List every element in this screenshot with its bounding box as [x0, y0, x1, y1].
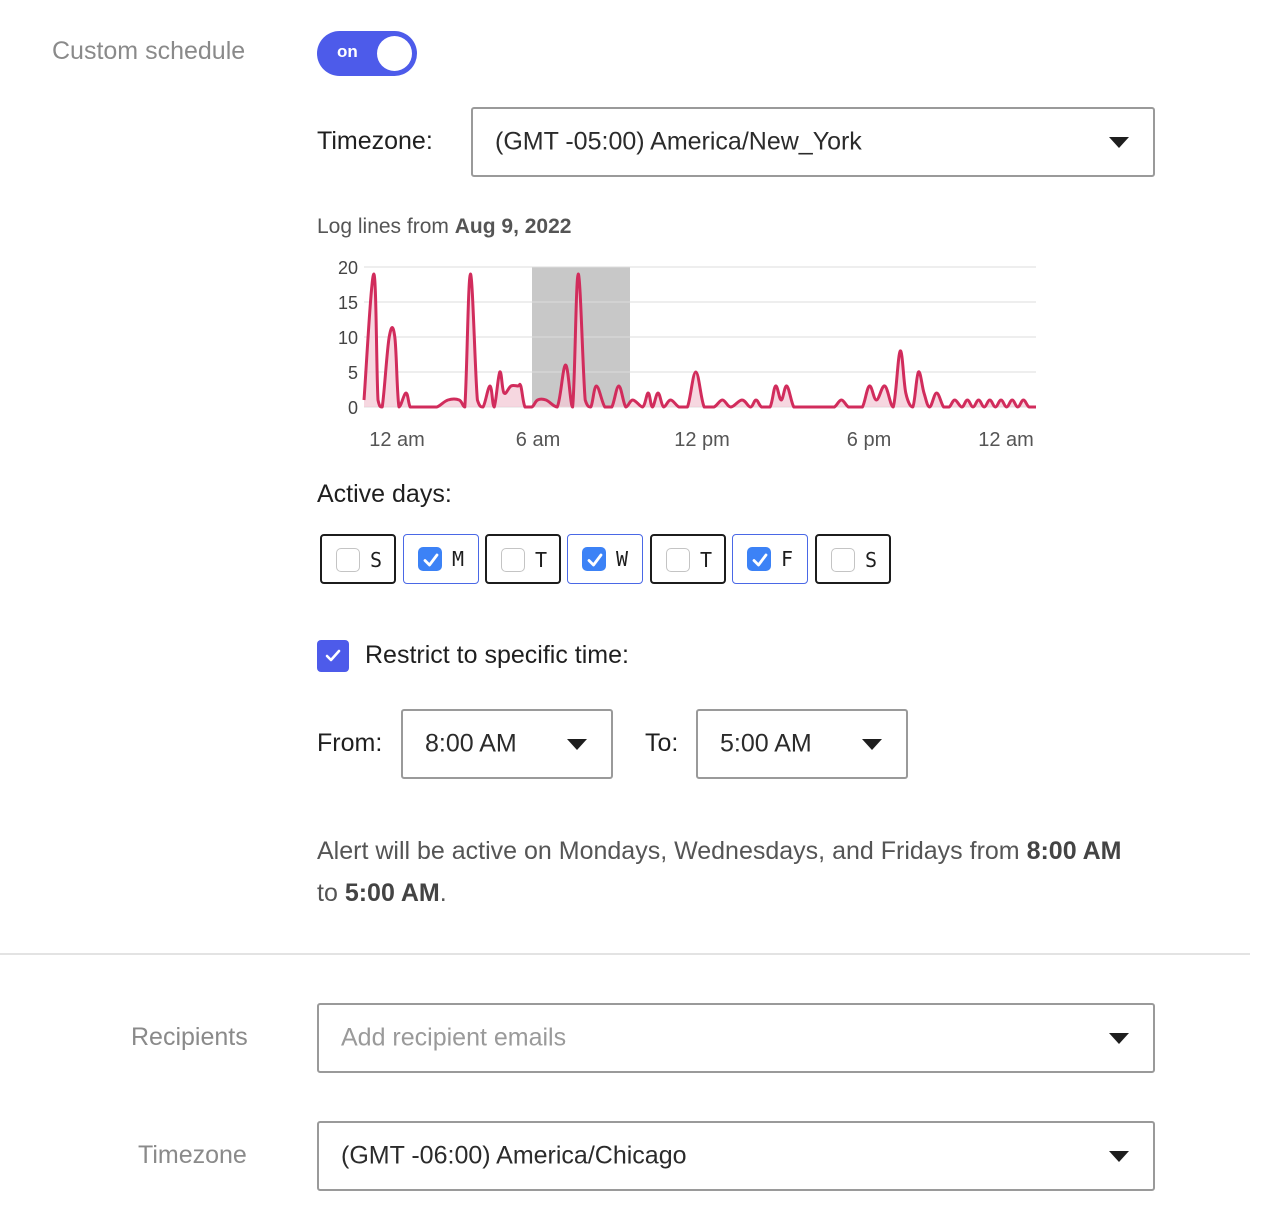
day-toggle-2[interactable]: T	[485, 534, 561, 584]
day-checkbox[interactable]	[747, 547, 771, 571]
chevron-down-icon	[1109, 1033, 1129, 1044]
y-tick-label: 0	[348, 398, 358, 418]
day-checkbox[interactable]	[336, 548, 360, 572]
check-icon	[325, 649, 341, 662]
summary-prefix: Alert will be active on Mondays, Wednesd…	[317, 837, 1020, 865]
from-label: From:	[317, 729, 383, 757]
day-toggle-0[interactable]: S	[320, 534, 396, 584]
y-tick-label: 10	[338, 328, 358, 348]
day-checkbox[interactable]	[501, 548, 525, 572]
x-tick-label: 6 pm	[847, 429, 891, 451]
day-toggle-1[interactable]: M	[403, 534, 479, 584]
schedule-summary: Alert will be active on Mondays, Wednesd…	[317, 830, 1177, 914]
check-icon	[752, 553, 768, 567]
notify-timezone-select[interactable]: (GMT -06:00) America/Chicago	[317, 1121, 1155, 1191]
recipients-input[interactable]: Add recipient emails	[317, 1003, 1155, 1073]
x-tick-label: 12 pm	[674, 429, 730, 451]
chevron-down-icon	[567, 739, 587, 750]
recipients-label: Recipients	[131, 1023, 248, 1051]
y-tick-label: 15	[338, 293, 358, 313]
x-tick-label: 12 am	[369, 429, 425, 451]
section-divider	[0, 953, 1250, 955]
day-letter: F	[781, 547, 794, 571]
day-checkbox[interactable]	[831, 548, 855, 572]
x-tick-label: 6 am	[516, 429, 560, 451]
summary-to: 5:00 AM	[344, 879, 440, 907]
day-toggle-3[interactable]: W	[567, 534, 643, 584]
recipients-placeholder: Add recipient emails	[341, 1023, 567, 1052]
from-time-value: 8:00 AM	[425, 729, 517, 758]
check-icon	[423, 553, 439, 567]
log-lines-chart: 0 5 10 15 20 12 am 6 am 12 pm 6 pm 12 am	[338, 258, 1036, 451]
day-letter: S	[865, 548, 878, 572]
day-letter: M	[452, 547, 465, 571]
restrict-time-checkbox[interactable]	[317, 640, 349, 672]
day-toggle-4[interactable]: T	[650, 534, 726, 584]
notify-timezone-value: (GMT -06:00) America/Chicago	[341, 1141, 687, 1170]
day-letter: T	[700, 548, 713, 572]
chevron-down-icon	[1109, 1151, 1129, 1162]
to-time-value: 5:00 AM	[720, 729, 812, 758]
restrict-time-label: Restrict to specific time:	[365, 641, 629, 669]
day-toggle-6[interactable]: S	[815, 534, 891, 584]
day-letter: W	[616, 547, 629, 571]
active-days-label: Active days:	[317, 480, 452, 508]
chevron-down-icon	[862, 739, 882, 750]
y-tick-label: 5	[348, 363, 358, 383]
day-letter: T	[535, 548, 548, 572]
y-tick-label: 20	[338, 258, 358, 278]
summary-suffix: .	[439, 879, 447, 907]
day-letter: S	[370, 548, 383, 572]
notify-timezone-label: Timezone	[138, 1141, 247, 1169]
to-label: To:	[645, 729, 679, 757]
day-toggle-5[interactable]: F	[732, 534, 808, 584]
day-checkbox[interactable]	[582, 547, 606, 571]
summary-from: 8:00 AM	[1026, 837, 1122, 865]
from-time-select[interactable]: 8:00 AM	[401, 709, 613, 779]
summary-mid: to	[317, 879, 338, 907]
to-time-select[interactable]: 5:00 AM	[696, 709, 908, 779]
check-icon	[587, 553, 603, 567]
series-line	[362, 272, 1036, 409]
x-tick-label: 12 am	[978, 429, 1034, 451]
day-checkbox[interactable]	[418, 547, 442, 571]
day-checkbox[interactable]	[666, 548, 690, 572]
